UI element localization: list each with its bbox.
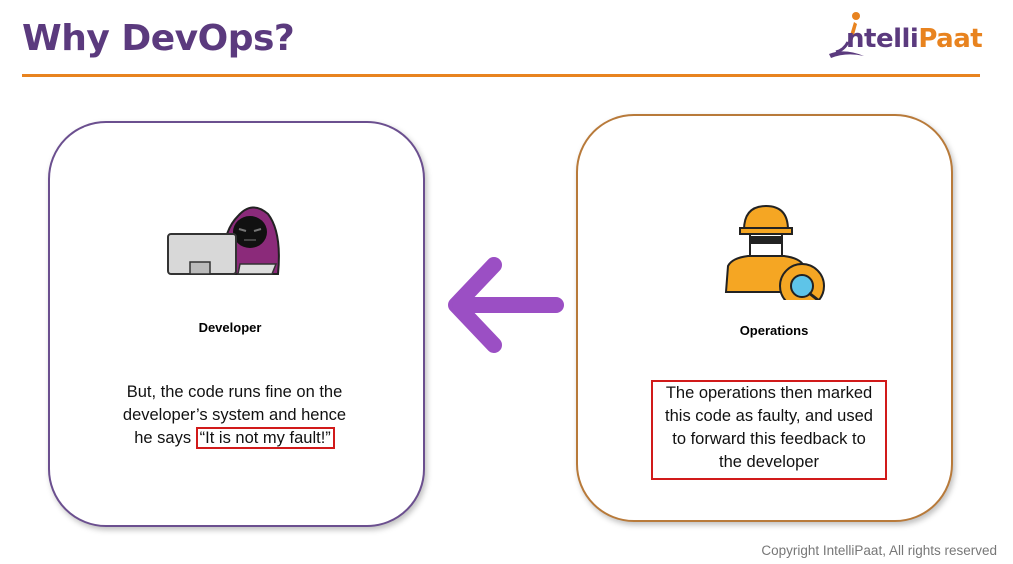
- left-arrow-icon: [448, 257, 564, 353]
- logo-text: ntelliPaat: [846, 24, 983, 54]
- developer-label: Developer: [198, 320, 262, 335]
- intellipaat-logo: ntelliPaat: [826, 8, 986, 66]
- developer-quote-highlight: “It is not my fault!”: [195, 427, 335, 449]
- operations-icon: [724, 204, 825, 300]
- operations-text: The operations then marked this code as …: [665, 384, 873, 471]
- title-underline: [22, 74, 980, 77]
- developer-text: But, the code runs fine on the developer…: [122, 383, 347, 449]
- copyright-footer: Copyright IntelliPaat, All rights reserv…: [761, 543, 997, 558]
- operations-label: Operations: [739, 323, 809, 338]
- developer-icon: [167, 206, 280, 275]
- slide-title: Why DevOps?: [22, 18, 295, 59]
